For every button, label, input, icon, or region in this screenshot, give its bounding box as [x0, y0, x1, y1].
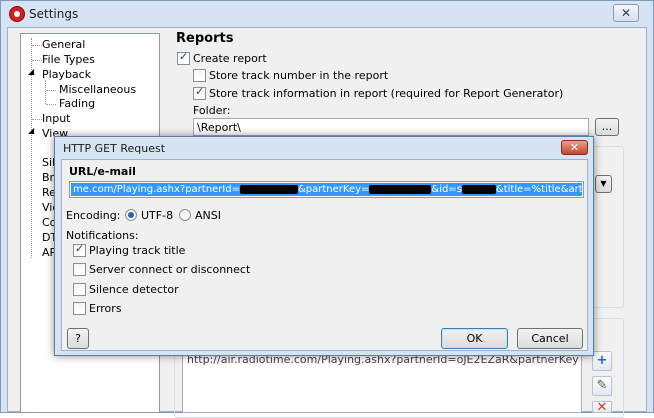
tree-item-fading[interactable]: Fading — [59, 97, 95, 110]
server-connect-checkbox[interactable] — [73, 263, 86, 276]
tree-item-miscellaneous[interactable]: Miscellaneous — [59, 83, 136, 96]
chevron-down-icon: ▼ — [600, 179, 607, 188]
collapse-arrow-icon[interactable]: ◢ — [28, 67, 34, 76]
edit-url-button[interactable]: ✎ — [592, 376, 612, 396]
create-report-checkbox[interactable] — [177, 50, 190, 65]
cancel-button[interactable]: Cancel — [517, 328, 583, 349]
playing-track-title-checkbox[interactable] — [73, 242, 86, 257]
silence-detector-checkbox[interactable] — [73, 283, 86, 296]
tree-line — [32, 119, 42, 120]
encoding-utf8-label: UTF-8 — [141, 209, 174, 222]
encoding-ansi-radio[interactable] — [179, 209, 191, 221]
app-icon — [9, 6, 25, 22]
errors-checkbox[interactable] — [73, 302, 86, 315]
title-bar[interactable]: Settings ✕ — [1, 1, 654, 27]
delete-url-button[interactable]: ✕ — [592, 401, 612, 414]
url-value: me.com/Playing.ashx?partnerId= &partnerKe… — [71, 183, 582, 196]
redacted-partner-id — [239, 184, 298, 194]
url-part: &title=%title&artist=%artist — [495, 184, 582, 195]
tree-item-file-types[interactable]: File Types — [42, 53, 95, 66]
server-connect-label: Server connect or disconnect — [89, 263, 251, 276]
tree-line — [32, 45, 42, 46]
dialog-client: URL/e-mail me.com/Playing.ashx?partnerId… — [61, 159, 588, 351]
edit-icon: ✎ — [596, 378, 608, 393]
tree-line — [32, 60, 42, 61]
help-button[interactable]: ? — [67, 328, 89, 349]
tree-line — [45, 80, 46, 104]
tree-item-general[interactable]: General — [42, 38, 85, 51]
playing-track-title-label: Playing track title — [89, 244, 186, 257]
redacted-partner-key — [369, 184, 432, 194]
add-url-button[interactable]: + — [592, 351, 612, 371]
url-label: URL/e-mail — [69, 165, 136, 178]
encoding-label: Encoding: — [66, 209, 121, 222]
tree-line — [46, 104, 56, 105]
ok-button[interactable]: OK — [441, 328, 508, 349]
url-input[interactable]: me.com/Playing.ashx?partnerId= &partnerKe… — [69, 181, 584, 198]
http-get-request-dialog: HTTP GET Request ✕ URL/e-mail me.com/Pla… — [54, 136, 594, 356]
url-list[interactable]: http://air.radiotime.com/Playing.ashx?pa… — [182, 350, 582, 413]
tree-line — [46, 90, 56, 91]
url-part: &partnerKey= — [297, 184, 370, 195]
url-part: &id=s — [431, 184, 462, 195]
store-track-number-label: Store track number in the report — [209, 69, 389, 82]
silence-detector-label: Silence detector — [89, 283, 179, 296]
window-close-button[interactable]: ✕ — [613, 4, 639, 22]
store-track-number-checkbox[interactable] — [193, 69, 206, 82]
plus-icon: + — [596, 353, 608, 368]
dropdown-button[interactable]: ▼ — [595, 175, 612, 193]
close-icon: ✕ — [569, 141, 580, 154]
create-report-label: Create report — [193, 52, 267, 65]
tree-item-input[interactable]: Input — [42, 112, 70, 125]
errors-label: Errors — [89, 302, 122, 315]
dialog-close-button[interactable]: ✕ — [561, 140, 588, 155]
browse-folder-button[interactable]: ... — [595, 118, 619, 136]
encoding-ansi-label: ANSI — [195, 209, 221, 222]
folder-value: \Report\ — [197, 121, 241, 134]
encoding-utf8-radio[interactable] — [125, 209, 137, 221]
folder-label: Folder: — [193, 104, 231, 117]
window-title: Settings — [29, 7, 79, 21]
notifications-label: Notifications: — [66, 229, 139, 242]
folder-input[interactable]: \Report\ — [193, 118, 589, 136]
store-track-info-checkbox[interactable] — [193, 85, 206, 100]
tree-item-playback[interactable]: Playback — [42, 68, 91, 81]
collapse-arrow-icon[interactable]: ◢ — [28, 126, 34, 135]
url-part: me.com/Playing.ashx?partnerId= — [73, 184, 240, 195]
section-title: Reports — [176, 31, 234, 46]
close-icon: ✕ — [620, 6, 632, 20]
store-track-info-label: Store track information in report (requi… — [209, 87, 564, 100]
dialog-title: HTTP GET Request — [63, 142, 166, 155]
redacted-station-id — [461, 184, 496, 194]
